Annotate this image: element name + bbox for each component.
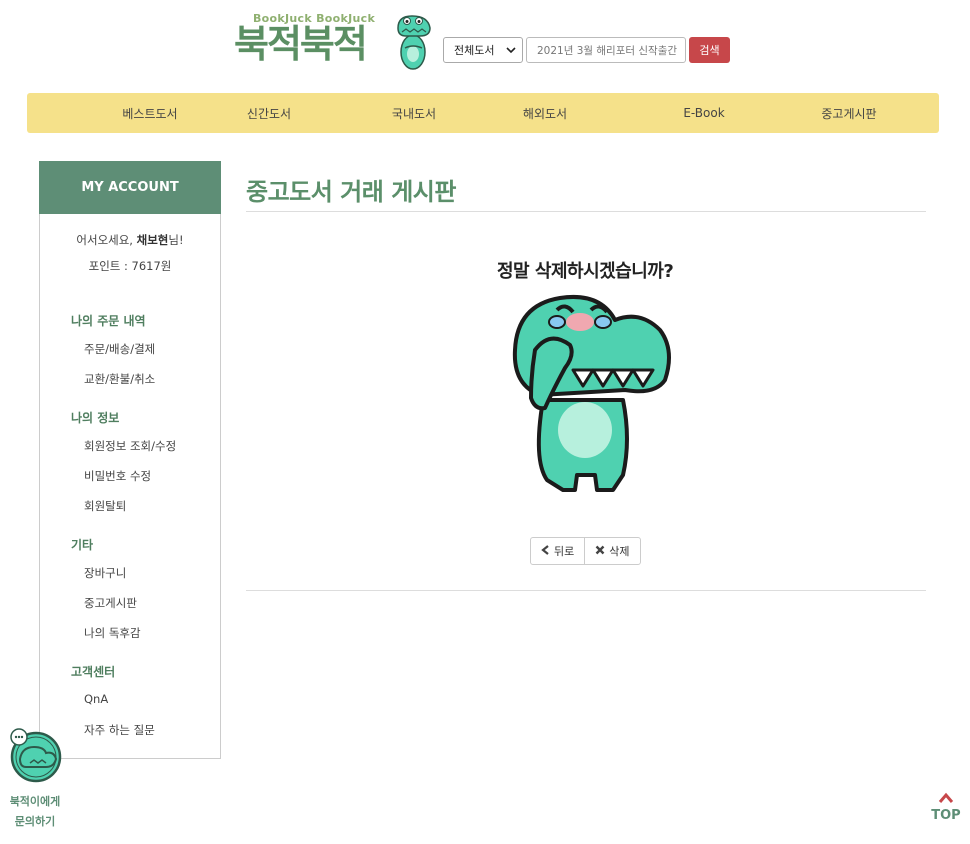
nav-item-new-books[interactable]: 신간도서 <box>214 93 324 133</box>
search-input[interactable]: 2021년 3월 해리포터 신작출간 <box>526 37 686 63</box>
sidebar-item-qna[interactable]: QnA <box>84 692 108 706</box>
search-button[interactable]: 검색 <box>689 37 730 63</box>
chevron-left-icon <box>541 544 550 558</box>
sidebar-item-faq[interactable]: 자주 하는 질문 <box>84 722 155 738</box>
chevron-down-icon <box>506 44 516 59</box>
crying-crocodile-image <box>512 295 671 492</box>
divider-bottom <box>246 590 926 591</box>
sidebar-item-order-delivery[interactable]: 주문/배송/결제 <box>84 341 155 357</box>
close-icon <box>595 545 605 558</box>
sidebar-title: MY ACCOUNT <box>39 161 221 214</box>
section-support: 고객센터 <box>71 665 116 679</box>
nav-item-foreign[interactable]: 해외도서 <box>490 93 600 133</box>
sidebar-item-member-info[interactable]: 회원정보 조회/수정 <box>84 438 176 454</box>
nav-item-domestic[interactable]: 국내도서 <box>359 93 469 133</box>
sidebar-item-change-password[interactable]: 비밀번호 수정 <box>84 468 151 484</box>
search-category-value: 전체도서 <box>454 44 495 57</box>
points: 포인트 : 7617원 <box>88 259 172 273</box>
sidebar-item-reviews[interactable]: 나의 독후감 <box>84 625 141 641</box>
nav-item-bestseller[interactable]: 베스트도서 <box>95 93 205 133</box>
main-nav: 베스트도서 신간도서 국내도서 해외도서 E-Book 중고게시판 <box>27 93 939 133</box>
top-label: TOP <box>931 808 961 823</box>
chevron-up-icon <box>926 790 966 808</box>
greeting: 어서오세요, 채보현님! <box>76 233 184 247</box>
delete-button-label: 삭제 <box>609 545 630 558</box>
account-sidebar: MY ACCOUNT 어서오세요, 채보현님! 포인트 : 7617원 나의 주… <box>39 161 221 759</box>
user-name: 채보현 <box>136 233 169 247</box>
section-orders: 나의 주문 내역 <box>71 314 146 328</box>
site-logo[interactable]: BookJuck BookJuck 북적북적 <box>234 12 434 72</box>
back-button-label: 뒤로 <box>554 545 575 558</box>
scroll-top-button[interactable]: TOP <box>926 790 966 823</box>
divider <box>246 211 926 212</box>
delete-confirm-question: 정말 삭제하시겠습니까? <box>497 261 674 282</box>
sidebar-item-cart[interactable]: 장바구니 <box>84 565 126 581</box>
nav-item-ebook[interactable]: E-Book <box>649 93 759 133</box>
logo-title: 북적북적 <box>234 22 368 66</box>
action-button-group: 뒤로 삭제 <box>530 537 641 565</box>
back-button[interactable]: 뒤로 <box>531 538 584 564</box>
crocodile-mascot-icon <box>397 15 431 70</box>
chatbot-label[interactable]: 북적이에게 문의하기 <box>0 792 70 832</box>
section-my-info: 나의 정보 <box>71 411 120 425</box>
delete-button[interactable]: 삭제 <box>584 538 639 564</box>
sidebar-item-exchange-refund[interactable]: 교환/환불/취소 <box>84 371 155 387</box>
section-etc: 기타 <box>71 538 94 552</box>
nav-item-used-board[interactable]: 중고게시판 <box>794 93 904 133</box>
sidebar-item-used-board[interactable]: 중고게시판 <box>84 595 137 611</box>
sidebar-item-withdraw[interactable]: 회원탈퇴 <box>84 498 126 514</box>
search-category-select[interactable]: 전체도서 <box>443 37 523 63</box>
chatbot-crocodile-icon[interactable] <box>8 727 64 783</box>
page-title: 중고도서 거래 게시판 <box>246 178 456 206</box>
